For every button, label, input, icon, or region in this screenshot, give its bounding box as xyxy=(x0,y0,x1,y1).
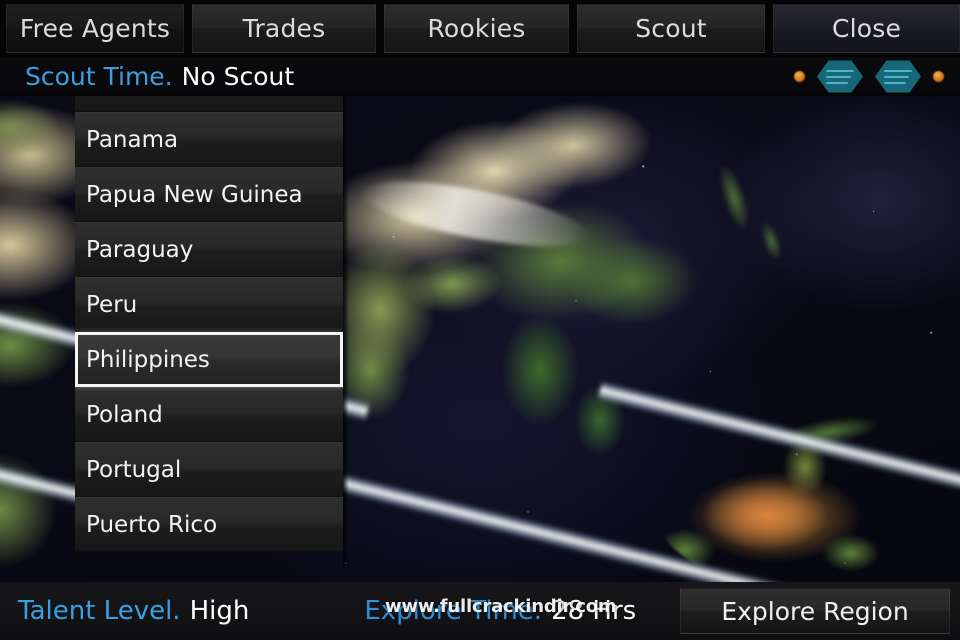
explore-time-group: Explore Time. 28 Hrs xyxy=(364,596,636,626)
explore-time-value: 28 Hrs xyxy=(551,596,637,626)
list-item[interactable]: Puerto Rico xyxy=(75,497,343,552)
scout-time-bar: Scout Time. No Scout xyxy=(0,57,960,96)
country-label: Peru xyxy=(86,291,138,318)
tab-rookies[interactable]: Rookies xyxy=(384,4,569,53)
tab-free-agents[interactable]: Free Agents xyxy=(6,4,184,53)
list-item[interactable]: Paraguay xyxy=(75,222,343,277)
tab-label: Rookies xyxy=(427,14,526,43)
list-item[interactable]: Poland xyxy=(75,387,343,442)
country-list: Pakistan Panama Papua New Guinea Paragua… xyxy=(75,96,343,552)
talent-level-group: Talent Level. High xyxy=(18,596,249,626)
scout-time-label: Scout Time. xyxy=(25,62,173,91)
country-label: Papua New Guinea xyxy=(86,181,303,208)
top-tab-bar: Free Agents Trades Rookies Scout Close xyxy=(0,0,960,57)
list-item[interactable]: Peru xyxy=(75,277,343,332)
country-label: Pakistan xyxy=(86,96,182,98)
explore-region-button[interactable]: Explore Region xyxy=(680,588,950,634)
tab-label: Trades xyxy=(242,14,326,43)
country-label: Portugal xyxy=(86,456,182,483)
list-item[interactable]: Portugal xyxy=(75,442,343,497)
list-item[interactable]: Papua New Guinea xyxy=(75,167,343,222)
talent-level-label: Talent Level. xyxy=(18,596,181,626)
hud-decoration-group xyxy=(794,57,944,96)
tab-close[interactable]: Close xyxy=(773,4,960,53)
talent-level-value: High xyxy=(189,596,250,626)
list-item[interactable]: Pakistan xyxy=(75,96,343,112)
country-label: Puerto Rico xyxy=(86,511,218,538)
country-list-panel[interactable]: Pakistan Panama Papua New Guinea Paragua… xyxy=(75,96,343,566)
map-panel-edge xyxy=(343,96,349,566)
country-label: Paraguay xyxy=(86,236,194,263)
explore-time-label: Explore Time. xyxy=(364,596,543,626)
tab-scout[interactable]: Scout xyxy=(577,4,765,53)
bottom-status-bar: Talent Level. High Explore Time. 28 Hrs … xyxy=(0,582,960,640)
tab-label: Scout xyxy=(635,14,707,43)
list-item-selected[interactable]: Philippines xyxy=(75,332,343,387)
hex-badge-icon xyxy=(817,60,863,93)
hex-badge-icon xyxy=(875,60,921,93)
tab-label: Close xyxy=(831,14,902,43)
status-dot-icon xyxy=(933,71,944,82)
scout-time-value: No Scout xyxy=(181,62,295,91)
tab-label: Free Agents xyxy=(19,14,171,43)
tab-trades[interactable]: Trades xyxy=(192,4,376,53)
country-label: Panama xyxy=(86,126,179,153)
country-label: Poland xyxy=(86,401,163,428)
country-label: Philippines xyxy=(86,346,210,373)
game-screen: Free Agents Trades Rookies Scout Close S… xyxy=(0,0,960,640)
explore-region-label: Explore Region xyxy=(721,596,909,626)
list-item[interactable]: Panama xyxy=(75,112,343,167)
status-dot-icon xyxy=(794,71,805,82)
